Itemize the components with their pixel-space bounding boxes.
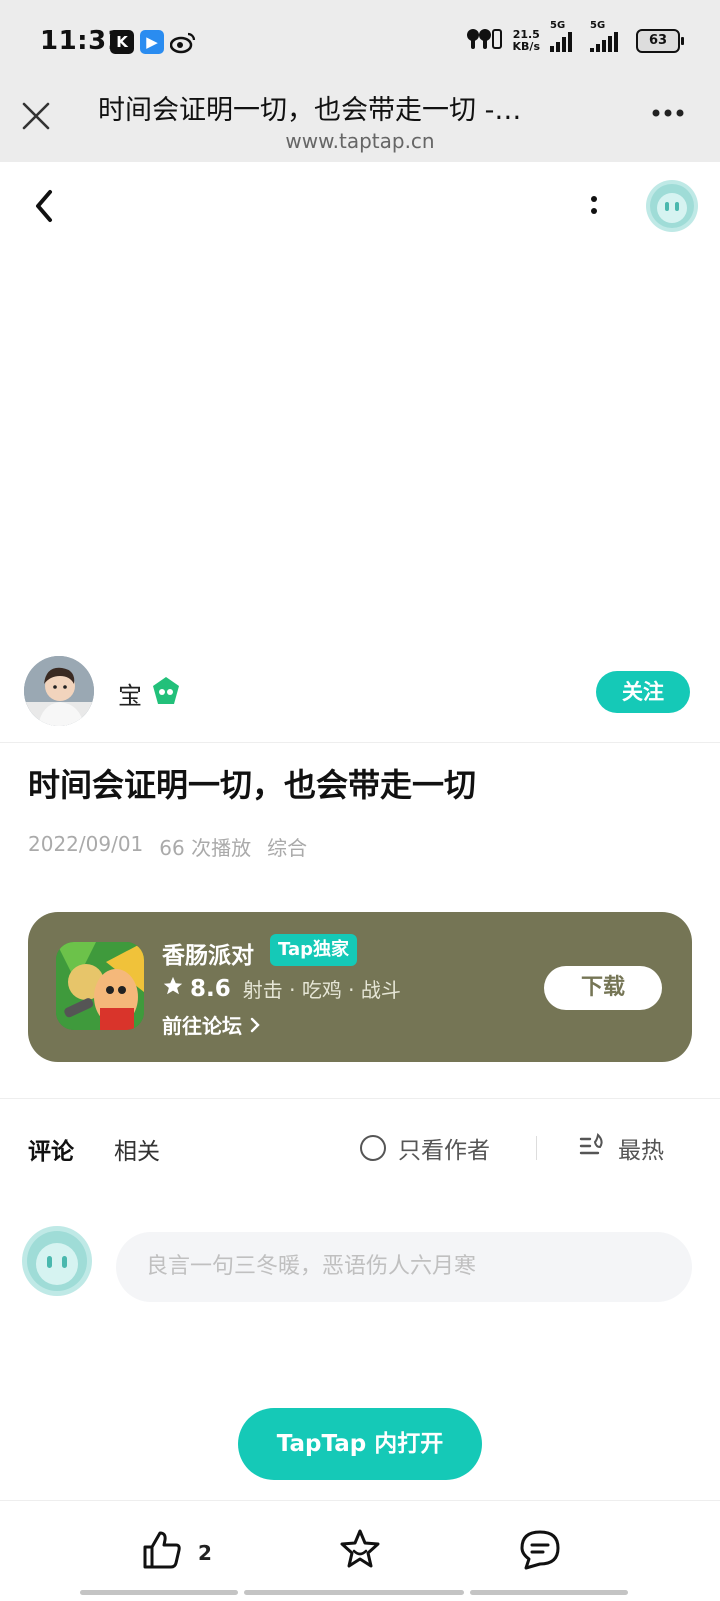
video-player[interactable] [0, 242, 720, 632]
rating-score: 8.6 [190, 975, 231, 1002]
game-rating: 8.6 射击 · 吃鸡 · 战斗 [162, 974, 401, 1003]
signal-icon: 5G [590, 20, 626, 52]
forum-link[interactable]: 前往论坛 [162, 1010, 261, 1039]
comment-user-avatar [22, 1226, 92, 1296]
download-button[interactable]: 下载 [544, 966, 662, 1010]
post-title: 时间会证明一切，也会带走一切 [28, 766, 477, 804]
tap-exclusive-badge: Tap独家 [270, 934, 357, 966]
favorite-icon[interactable] [336, 1526, 384, 1574]
gesture-bar [80, 1590, 238, 1595]
post-meta: 2022/09/01 66 次播放 综合 [28, 832, 307, 861]
follow-button[interactable]: 关注 [596, 671, 690, 713]
gesture-bar [244, 1590, 464, 1595]
author-avatar[interactable] [24, 656, 94, 726]
divider [0, 1098, 720, 1099]
battery-icon: 63 [636, 29, 684, 53]
divider [536, 1136, 537, 1160]
net-speed-unit: KB/s [512, 40, 540, 53]
back-icon[interactable] [30, 186, 60, 226]
page-title: 时间会证明一切，也会带走一切 -… [98, 95, 522, 126]
author-only-toggle[interactable]: 只看作者 [360, 1131, 490, 1165]
status-right: 21.5 KB/s 5G 5G 63 [465, 20, 684, 56]
user-avatar[interactable] [646, 180, 698, 232]
author-only-label: 只看作者 [398, 1138, 490, 1164]
star-icon [162, 975, 184, 1003]
verified-badge-icon [152, 676, 180, 706]
k-app-icon: K [110, 30, 134, 54]
sort-label: 最热 [618, 1138, 664, 1164]
game-icon[interactable] [56, 942, 144, 1030]
game-tags: 射击 · 吃鸡 · 战斗 [242, 978, 401, 1002]
page-url: www.taptap.cn [285, 129, 435, 153]
forum-link-label: 前往论坛 [162, 1014, 242, 1038]
comment-input[interactable]: 良言一句三冬暖，恶语伤人六月寒 [116, 1232, 692, 1302]
sort-hot-button[interactable]: 最热 [578, 1131, 664, 1165]
earbuds-icon [465, 28, 503, 54]
more-options-icon[interactable] [650, 103, 690, 123]
radio-icon [360, 1135, 386, 1161]
signal-label: 5G [590, 20, 606, 31]
chevron-right-icon [249, 1014, 261, 1038]
weibo-icon [169, 30, 196, 54]
divider [0, 742, 720, 743]
net-speed: 21.5 KB/s [513, 29, 540, 53]
play-count: 66 次播放 [159, 836, 252, 860]
gesture-bar [470, 1590, 628, 1595]
thumbs-up-icon [140, 1528, 184, 1577]
tab-related[interactable]: 相关 [114, 1132, 160, 1166]
hot-sort-icon [578, 1131, 606, 1165]
signal-label: 5G [550, 20, 566, 31]
camera-app-icon: ▶ [140, 30, 164, 54]
open-in-taptap-button[interactable]: TapTap 内打开 [238, 1408, 482, 1480]
like-button[interactable]: 2 [140, 1528, 212, 1577]
post-category[interactable]: 综合 [267, 832, 307, 861]
author-name[interactable]: 宝 [118, 676, 142, 711]
signal-icon: 5G [550, 20, 580, 52]
game-name[interactable]: 香肠派对 [162, 936, 254, 970]
like-count: 2 [198, 1540, 212, 1565]
post-date: 2022/09/01 [28, 832, 144, 856]
kebab-menu-icon[interactable] [588, 193, 600, 219]
tab-comments[interactable]: 评论 [28, 1132, 74, 1166]
comment-icon[interactable] [516, 1526, 564, 1574]
